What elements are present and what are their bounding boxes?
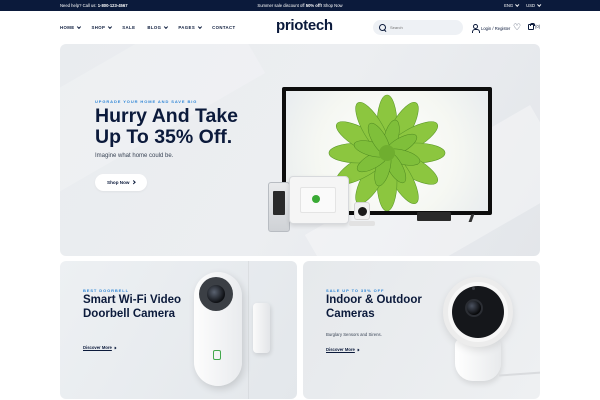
search-box[interactable] — [373, 20, 463, 35]
camera-lens — [465, 299, 483, 317]
currency-selector[interactable]: USD — [526, 2, 542, 8]
discover-more-label: Discover More — [326, 347, 355, 352]
card-subtitle: Burglary Sensors and Sirens. — [326, 332, 382, 337]
video-doorbell-image — [194, 272, 242, 386]
nav-label: SHOP — [91, 25, 106, 30]
site-logo[interactable]: priotech — [276, 17, 333, 34]
wall-edge — [248, 261, 249, 399]
shop-now-button[interactable]: Shop Now — [95, 174, 147, 191]
promo-card-cameras[interactable]: SALE UP TO 35% OFF Indoor & Outdoor Came… — [303, 261, 540, 399]
camera-base — [349, 221, 375, 226]
thermostat-image — [289, 176, 349, 224]
discover-more-link[interactable]: Discover More — [83, 345, 117, 350]
promo-text: Summer sale discount off — [257, 3, 305, 8]
arrow-right-icon — [113, 346, 117, 349]
promo-shop-link[interactable]: Shop Now — [323, 3, 342, 8]
heart-icon[interactable]: ♡ — [513, 22, 521, 33]
chevron-down-icon — [77, 25, 81, 29]
nav-home[interactable]: HOME — [60, 25, 81, 30]
chevron-down-icon — [107, 25, 112, 29]
keypad — [273, 191, 285, 215]
security-camera-image — [354, 202, 370, 220]
card-title: Smart Wi-Fi Video Doorbell Camera — [83, 294, 182, 320]
cart-count: (0) — [535, 24, 541, 29]
top-bar: Need help? Call us: 1-800-123-4567 Summe… — [0, 0, 600, 11]
nav-label: PAGES — [178, 25, 196, 30]
arrow-right-icon — [131, 180, 136, 185]
nav-shop[interactable]: SHOP — [91, 25, 112, 30]
media-hub-image — [417, 212, 451, 221]
currency-label: USD — [526, 3, 535, 8]
main-nav: HOME SHOP SALE BLOG PAGES CONTACT — [60, 25, 236, 30]
shop-now-label: Shop Now — [107, 180, 130, 185]
account-link[interactable]: Login / Register — [471, 24, 511, 33]
hero-banner: UPGRADE YOUR HOME AND SAVE BIG Hurry And… — [60, 44, 540, 256]
user-icon — [471, 24, 480, 33]
chevron-down-icon — [515, 2, 520, 7]
nav-label: BLOG — [147, 25, 162, 30]
discover-more-label: Discover More — [83, 345, 112, 350]
nav-pages[interactable]: PAGES — [178, 25, 202, 30]
camera-led — [472, 287, 475, 290]
chevron-down-icon — [197, 25, 202, 29]
card-title: Indoor & Outdoor Cameras — [326, 294, 422, 320]
hero-subtitle: Imagine what home could be. — [95, 153, 174, 159]
status-indicator — [312, 195, 320, 203]
door-sensor-image — [253, 303, 270, 353]
nav-contact[interactable]: CONTACT — [212, 25, 236, 30]
search-input[interactable] — [390, 25, 460, 30]
card-eyebrow: SALE UP TO 35% OFF — [326, 288, 385, 293]
indoor-camera-image — [443, 277, 513, 347]
language-selector[interactable]: ENG — [504, 2, 520, 8]
chevron-down-icon — [164, 25, 168, 29]
shopping-bag-icon[interactable] — [528, 22, 535, 30]
camera-lens — [358, 207, 367, 216]
discover-more-link[interactable]: Discover More — [326, 347, 360, 352]
hero-eyebrow: UPGRADE YOUR HOME AND SAVE BIG — [95, 99, 198, 104]
account-label: Login / Register — [481, 25, 511, 31]
doorbell-lens — [207, 285, 225, 303]
hero-title: Hurry And Take Up To 35% Off. — [95, 105, 239, 148]
smart-lock-image — [268, 182, 301, 232]
nav-label: HOME — [60, 25, 75, 30]
promo-discount: 50% off! — [305, 3, 323, 8]
locale-switchers: ENG USD — [504, 2, 542, 8]
search-icon[interactable] — [379, 24, 386, 31]
nav-sale[interactable]: SALE — [122, 25, 135, 30]
nav-label: SALE — [122, 25, 136, 30]
nav-blog[interactable]: BLOG — [147, 25, 168, 30]
nav-label: CONTACT — [212, 25, 236, 30]
camera-cable — [498, 371, 540, 377]
arrow-right-icon — [356, 348, 360, 351]
site-header: HOME SHOP SALE BLOG PAGES CONTACT priote… — [0, 11, 600, 44]
language-label: ENG — [504, 3, 514, 8]
card-eyebrow: BEST DOORBELL — [83, 288, 129, 293]
promo-card-doorbell[interactable]: BEST DOORBELL Smart Wi-Fi Video Doorbell… — [60, 261, 297, 399]
doorbell-button — [213, 350, 221, 360]
